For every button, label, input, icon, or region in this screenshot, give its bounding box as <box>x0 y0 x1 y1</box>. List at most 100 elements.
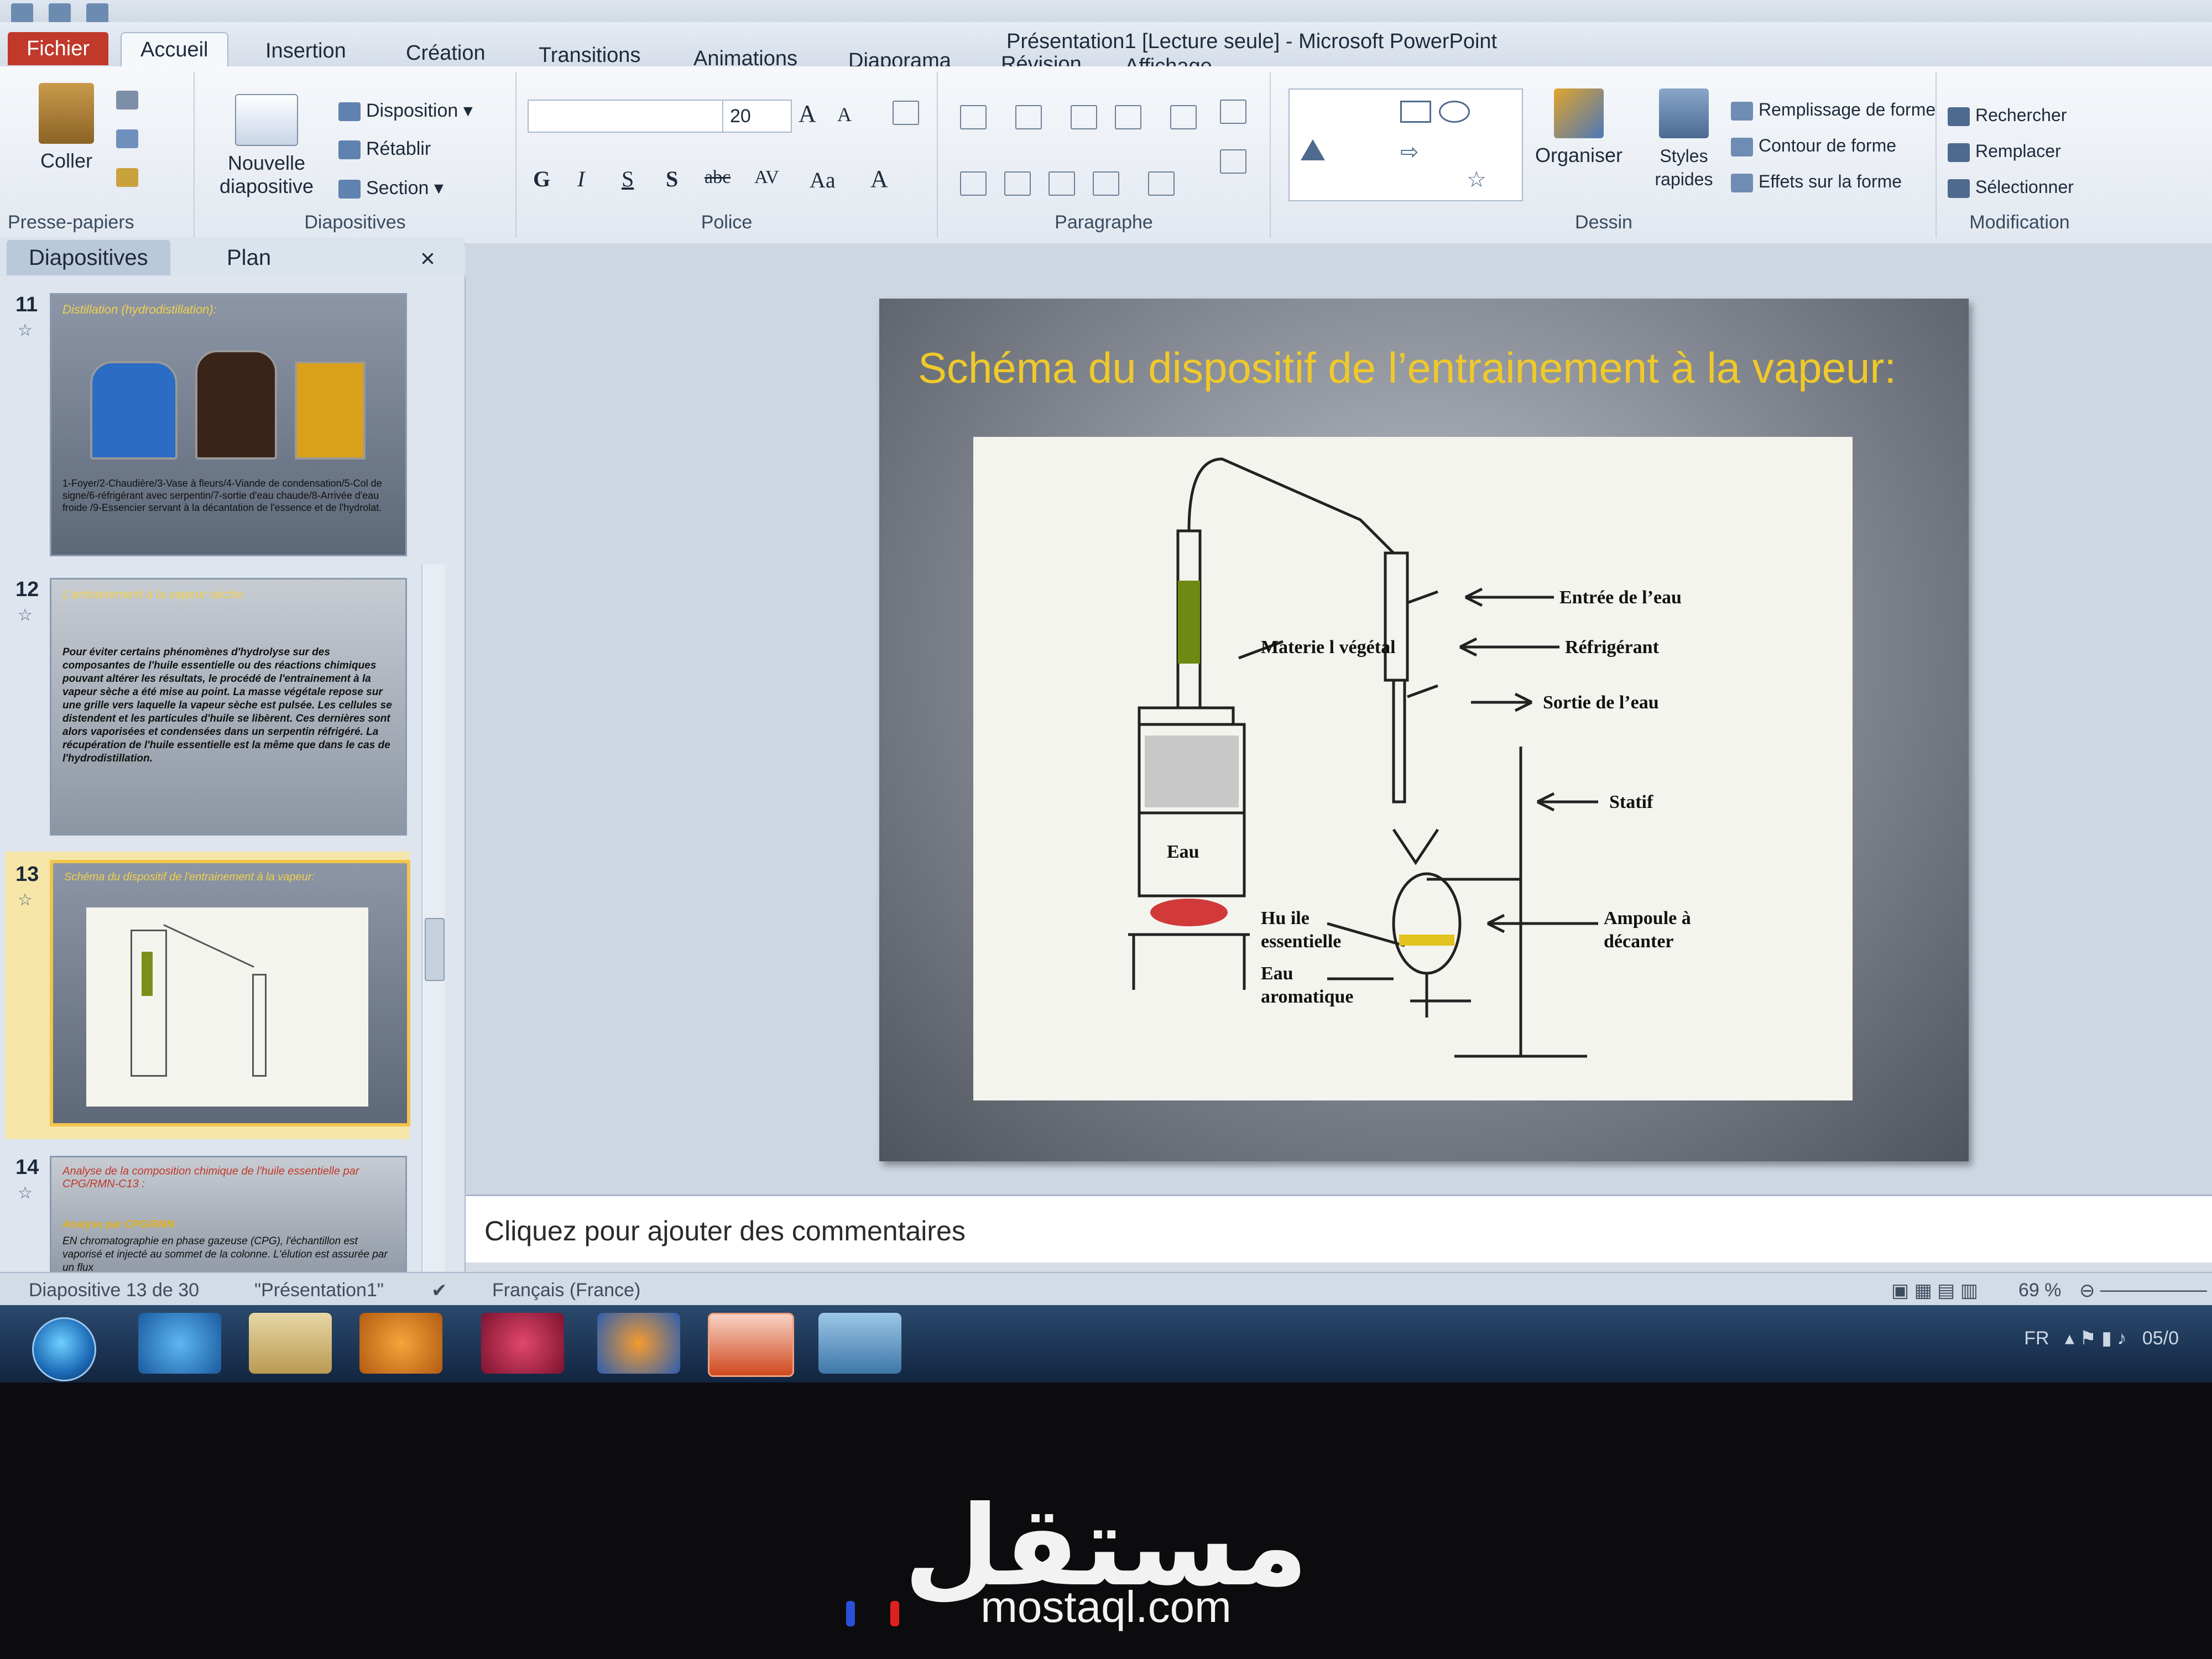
shrink-font-button[interactable]: A <box>837 103 852 126</box>
thumb-title: Distillation (hydrodistillation): <box>62 302 217 316</box>
language-indicator[interactable]: Français (France) <box>492 1280 640 1301</box>
file-explorer-icon[interactable] <box>249 1313 332 1374</box>
find-button[interactable]: Rechercher <box>1948 105 2067 126</box>
paste-button[interactable]: Coller <box>22 83 111 173</box>
paste-icon <box>39 83 94 144</box>
thumb-subtitle: Analyse par CPG/RMN <box>62 1219 175 1230</box>
align-right-icon[interactable] <box>1048 171 1075 196</box>
input-language[interactable]: FR <box>2024 1328 2049 1349</box>
replace-button[interactable]: Remplacer <box>1948 141 2061 162</box>
rectangle-shape-icon[interactable] <box>1400 101 1431 123</box>
align-center-icon[interactable] <box>1004 171 1031 196</box>
tab-slides-pane[interactable]: Diapositives <box>7 240 170 275</box>
tab-design[interactable]: Création <box>387 36 504 70</box>
line-spacing-icon[interactable] <box>1170 105 1197 129</box>
oval-shape-icon[interactable] <box>1439 101 1470 123</box>
bold-button[interactable]: G <box>533 166 550 192</box>
slide-thumbnail-11[interactable]: Distillation (hydrodistillation): 1-Foye… <box>50 293 407 556</box>
slides-pane: 11 ☆ Distillation (hydrodistillation): 1… <box>0 276 466 1383</box>
bullets-icon[interactable] <box>960 105 987 129</box>
align-left-icon[interactable] <box>960 171 987 196</box>
current-slide[interactable]: Schéma du dispositif de l’entrainement à… <box>879 299 1969 1161</box>
control-panel-icon[interactable] <box>818 1313 901 1374</box>
layout-label: Disposition <box>366 100 458 121</box>
notes-pane[interactable]: Cliquez pour ajouter des commentaires <box>466 1194 2212 1262</box>
label-essential-oil: Hu ile essentielle <box>1261 908 1342 952</box>
app-icon[interactable] <box>481 1313 564 1374</box>
tab-file[interactable]: Fichier <box>8 32 109 65</box>
slide-thumbnail-12[interactable]: L'entrainement à la vapeur sèche: Pour é… <box>50 578 407 836</box>
font-color-button[interactable]: A <box>870 165 888 193</box>
spellcheck-icon[interactable]: ✔ <box>431 1280 447 1302</box>
firefox-icon[interactable] <box>597 1313 680 1374</box>
clear-format-icon[interactable] <box>893 101 919 125</box>
powerpoint-icon[interactable] <box>708 1313 794 1377</box>
save-icon[interactable] <box>11 3 33 23</box>
strikethrough-button[interactable]: abc <box>705 167 731 188</box>
grow-font-button[interactable]: A <box>799 100 816 128</box>
steam-distillation-diagram[interactable]: Materie l végétal Eau Entrée de l’eau Ré… <box>973 437 1853 1100</box>
layout-button[interactable]: Disposition ▾ <box>338 100 473 122</box>
increase-indent-icon[interactable] <box>1115 105 1141 129</box>
thumb-body: Pour éviter certains phénomènes d'hydrol… <box>62 646 392 764</box>
character-spacing-button[interactable]: AV <box>754 167 779 188</box>
triangle-shape-icon[interactable] <box>1301 139 1325 160</box>
clock-date[interactable]: 05/0 <box>2142 1328 2179 1349</box>
justify-icon[interactable] <box>1093 171 1119 196</box>
copy-button[interactable] <box>116 127 144 149</box>
select-button[interactable]: Sélectionner <box>1948 177 2074 198</box>
underline-button[interactable]: S <box>622 166 634 192</box>
internet-explorer-icon[interactable] <box>138 1313 221 1374</box>
format-painter-button[interactable] <box>116 166 144 187</box>
shapes-gallery[interactable]: ⇨ ☆ <box>1288 88 1523 201</box>
replace-icon <box>1948 143 1970 162</box>
arrow-shape-icon[interactable]: ⇨ <box>1400 139 1419 165</box>
slide-thumbnail-14[interactable]: Analyse de la composition chimique de l'… <box>50 1156 407 1286</box>
columns-icon[interactable] <box>1148 171 1175 196</box>
shape-fill-button[interactable]: Remplissage de forme <box>1731 100 1936 121</box>
font-name-box[interactable] <box>528 100 724 133</box>
zoom-level[interactable]: 69 % <box>2018 1280 2062 1301</box>
arrange-button[interactable]: Organiser <box>1526 88 1631 167</box>
italic-button[interactable]: I <box>577 166 585 192</box>
redo-icon[interactable] <box>86 3 108 23</box>
star-shape-icon[interactable]: ☆ <box>1467 167 1486 192</box>
clipboard-label: Presse-papiers <box>8 212 134 233</box>
quick-styles-button[interactable]: Styles rapides <box>1637 88 1731 190</box>
shadow-button[interactable]: S <box>666 166 678 192</box>
tab-home[interactable]: Accueil <box>121 32 228 66</box>
group-font: 20 A A G I S S abc AV Aa A Police <box>517 72 938 238</box>
section-button[interactable]: Section ▾ <box>338 177 444 199</box>
slide-title[interactable]: Schéma du dispositif de l’entrainement à… <box>918 343 1947 393</box>
shape-outline-button[interactable]: Contour de forme <box>1731 135 1896 156</box>
shape-effects-button[interactable]: Effets sur la forme <box>1731 171 1902 192</box>
label-separatory-funnel: Ampoule à décanter <box>1604 908 1691 952</box>
font-size-box[interactable]: 20 <box>722 100 792 133</box>
pane-scrollbar[interactable] <box>421 564 445 1383</box>
notes-placeholder[interactable]: Cliquez pour ajouter des commentaires <box>484 1215 966 1247</box>
tab-outline-pane[interactable]: Plan <box>205 240 293 275</box>
align-text-icon[interactable] <box>1220 149 1246 174</box>
view-buttons[interactable]: ▣ ▦ ▤ ▥ <box>1891 1280 1978 1302</box>
media-player-icon[interactable] <box>359 1313 442 1374</box>
slide-number: 14 <box>15 1156 39 1179</box>
transition-star-icon: ☆ <box>18 891 33 909</box>
thumb-title: Analyse de la composition chimique de l'… <box>62 1165 359 1190</box>
cut-button[interactable] <box>116 88 144 110</box>
transition-star-icon: ☆ <box>18 606 33 624</box>
numbering-icon[interactable] <box>1015 105 1042 129</box>
undo-icon[interactable] <box>49 3 71 23</box>
new-slide-button[interactable]: Nouvelle diapositive <box>206 94 327 198</box>
text-direction-icon[interactable] <box>1220 100 1246 124</box>
select-label: Sélectionner <box>1975 177 2074 197</box>
decrease-indent-icon[interactable] <box>1071 105 1097 129</box>
scroll-thumb[interactable] <box>425 918 445 981</box>
reset-button[interactable]: Rétablir <box>338 138 431 160</box>
close-icon[interactable]: × <box>420 243 435 273</box>
label-water: Eau <box>1167 842 1199 862</box>
slide-thumbnail-13[interactable]: Schéma du dispositif de l'entrainement à… <box>50 860 410 1126</box>
tab-insert[interactable]: Insertion <box>247 34 365 67</box>
start-button-icon[interactable] <box>32 1317 96 1381</box>
change-case-button[interactable]: Aa <box>810 167 836 193</box>
drawing-group-label: Dessin <box>1575 212 1632 233</box>
